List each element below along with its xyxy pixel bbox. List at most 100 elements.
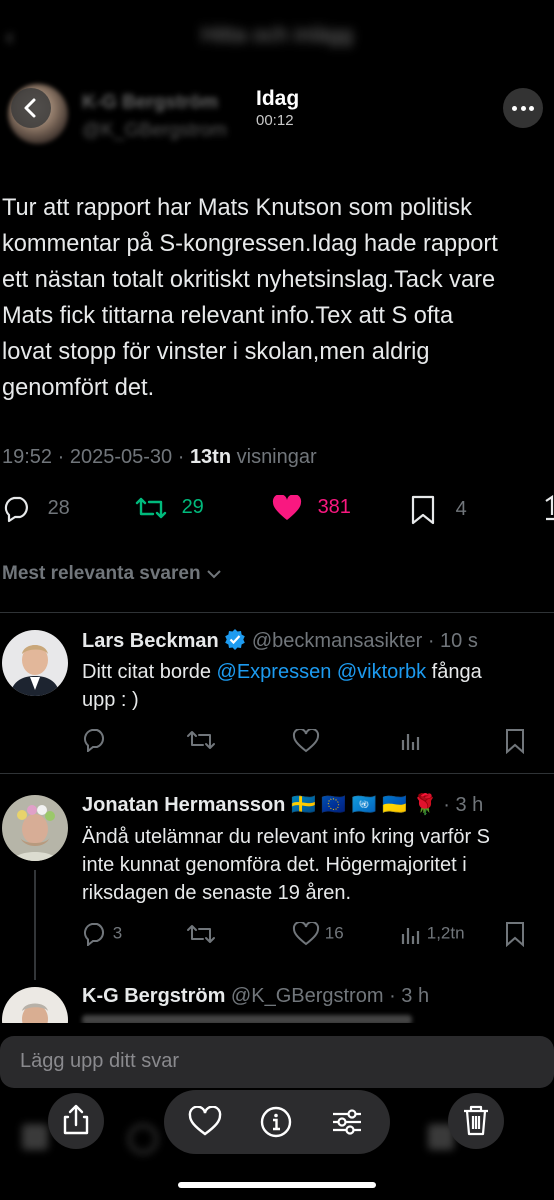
reply-count: 28 [47, 497, 70, 520]
media-actions-group [164, 1090, 390, 1154]
avatar[interactable] [2, 630, 68, 696]
reply-composer[interactable]: Lägg upp ditt svar [0, 1036, 554, 1088]
views-label: visningar [231, 446, 317, 468]
trash-icon [464, 1105, 488, 1136]
author-handle-blurred: @K_GBergstrom [82, 120, 227, 141]
bookmark-count: 4 [455, 498, 467, 521]
tweet-text-line: ett nästan totalt okritiskt nyhetsinslag… [2, 267, 496, 293]
retweet-icon [135, 497, 167, 519]
like-count: 16 [324, 923, 344, 943]
like-count: 381 [317, 496, 351, 519]
blurred-page-title: Hitta och inlägg [201, 22, 353, 47]
reply-composer-placeholder: Lägg upp ditt svar [20, 1050, 179, 1072]
reply-author-handle: @K_GBergstrom [230, 985, 384, 1007]
delete-button[interactable] [448, 1093, 504, 1149]
tweet-text-line: lovat stopp för vinster i skolan,men ald… [2, 339, 430, 365]
avatar[interactable] [2, 795, 68, 861]
retweet-icon[interactable] [186, 922, 216, 946]
reply-count-button[interactable]: 28 [2, 495, 70, 523]
reply-sort-dropdown[interactable]: Mest relevanta svaren [2, 563, 222, 585]
reply-text-line: inte kunnat genomföra det. Högermajorite… [82, 854, 467, 876]
avatar[interactable] [2, 987, 68, 1023]
views-chart-icon [401, 928, 420, 944]
reply-button[interactable]: 3 [82, 922, 123, 948]
reply-author-name[interactable]: Jonatan Hermansson [82, 794, 285, 816]
chevron-left-icon [24, 98, 36, 118]
meta-separator: · [172, 446, 190, 468]
emoji-flags: 🇸🇪 🇪🇺 🇺🇳 🇺🇦 🌹 [290, 794, 438, 816]
chevron-down-icon [207, 570, 221, 579]
divider [0, 612, 554, 613]
reply-text: Ditt citat borde @Expressen @viktorbk få… [82, 658, 552, 714]
heart-filled-icon [272, 494, 302, 520]
views-button[interactable]: 1,2tn [400, 922, 465, 946]
dot-icon [512, 106, 517, 111]
reply-time: · 10 s [427, 630, 478, 652]
mention-link[interactable]: @Expressen [217, 661, 332, 683]
heart-icon [292, 920, 320, 946]
tweet-text-line: Tur att rapport har Mats Knutson som pol… [2, 195, 472, 221]
reply-text-line: upp : ) [82, 689, 139, 711]
reply-author-name[interactable]: K-G Bergström [82, 985, 225, 1007]
share-button[interactable] [544, 494, 554, 523]
divider [0, 773, 554, 774]
home-indicator [178, 1182, 376, 1188]
thread-line [34, 870, 36, 980]
reply-text: Ändå utelämnar du relevant info kring va… [82, 823, 554, 907]
reply-sort-label: Mest relevanta svaren [2, 563, 201, 584]
views-count: 1,2tn [426, 923, 465, 943]
reply-icon [4, 496, 28, 523]
reply-text-part: fånga [426, 661, 482, 683]
dot-icon [520, 106, 526, 111]
reply-author-line: Lars Beckman @beckmansasikter · 10 s [82, 628, 478, 653]
tweet-text-line: kommentar på S-kongressen.Idag hade rapp… [2, 231, 498, 257]
tweet-text: Tur att rapport har Mats Knutson som pol… [2, 190, 554, 406]
retweet-button[interactable]: 29 [134, 495, 204, 521]
dot-icon [529, 106, 534, 111]
overlay-time: 00:12 [256, 112, 294, 129]
reply-text-line: riksdagen de senaste 19 åren. [82, 882, 352, 904]
tweet-meta: 19:52 · 2025-05-30 · 13tn visningar [2, 446, 317, 469]
views-chart-icon[interactable] [400, 728, 422, 752]
reply-3-clip: K-G Bergström @K_GBergstrom · 3 h [0, 985, 554, 1023]
like-button[interactable]: 16 [292, 920, 344, 946]
reply-text-cutoff [82, 1015, 412, 1023]
like-button[interactable]: 381 [272, 494, 351, 521]
tweet-text-line: Mats fick tittarna relevant info.Tex att… [2, 303, 454, 329]
author-name-blurred: K-G Bergström [82, 92, 219, 113]
views-count: 13tn [189, 446, 232, 468]
reply-text-part: Ditt citat borde [82, 661, 217, 683]
adjustments-icon[interactable] [330, 1106, 364, 1138]
reply-author-name[interactable]: Lars Beckman [82, 630, 219, 652]
verified-badge-icon [225, 629, 246, 650]
share-icon [63, 1104, 89, 1135]
reply-time: · 3 h [443, 794, 484, 816]
reply-icon[interactable] [82, 728, 108, 752]
bookmark-button[interactable]: 4 [410, 495, 467, 525]
reply-count: 3 [112, 923, 123, 943]
mention-link[interactable]: @viktorbk [337, 661, 426, 683]
retweet-count: 29 [181, 496, 204, 519]
overlay-title: Idag [256, 87, 300, 110]
tweet-text-line: genomfört det. [2, 375, 155, 401]
heart-icon[interactable] [188, 1106, 222, 1138]
reply-time: · 3 h [389, 985, 430, 1007]
reply-icon [83, 923, 104, 948]
tweet-date: 2025-05-30 [69, 446, 173, 468]
share-button[interactable] [48, 1093, 104, 1149]
reply-text-line: Ändå utelämnar du relevant info kring va… [82, 826, 490, 848]
back-button[interactable] [11, 88, 51, 128]
retweet-icon[interactable] [186, 728, 216, 752]
info-icon[interactable] [259, 1105, 293, 1139]
tweet-time: 19:52 [2, 446, 53, 468]
reply-author-line: Jonatan Hermansson 🇸🇪 🇪🇺 🇺🇳 🇺🇦 🌹 · 3 h [82, 792, 483, 817]
meta-separator: · [52, 446, 70, 468]
reply-author-handle: @beckmansasikter [251, 630, 423, 652]
bookmark-icon[interactable] [504, 728, 526, 754]
heart-icon[interactable] [292, 729, 320, 753]
more-options-button[interactable] [503, 88, 543, 128]
bookmark-icon [411, 495, 435, 525]
reply-author-line: K-G Bergström @K_GBergstrom · 3 h [82, 985, 429, 1008]
share-icon [545, 494, 554, 521]
bookmark-icon[interactable] [504, 921, 526, 947]
